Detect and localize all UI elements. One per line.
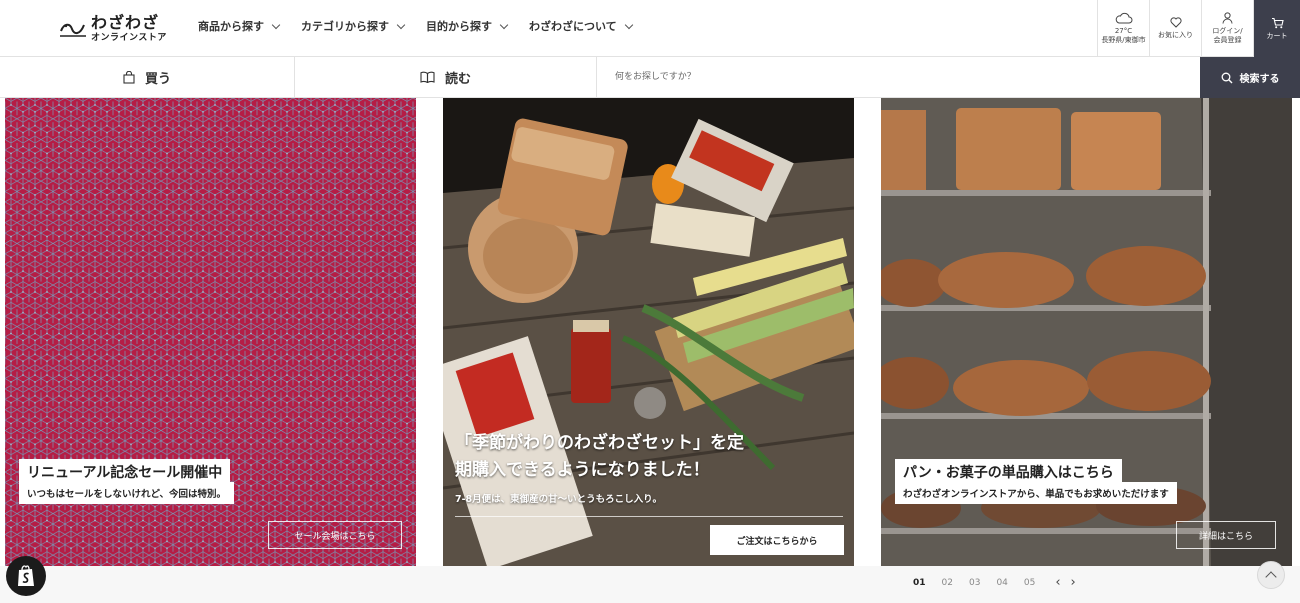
sub-navigation-bar: 買う 読む 検索する xyxy=(0,57,1300,98)
nav-item-label: 商品から探す xyxy=(198,20,264,33)
login-label-line1: ログイン/ xyxy=(1212,27,1243,36)
cart-icon xyxy=(1271,17,1284,28)
search-icon xyxy=(1221,72,1232,83)
login-button[interactable]: ログイン/ 会員登録 xyxy=(1201,0,1253,57)
shopify-bag-icon xyxy=(18,565,34,586)
page-dot-04[interactable]: 04 xyxy=(996,578,1007,588)
chevron-down-icon xyxy=(624,20,633,29)
nav-item-products[interactable]: 商品から探す xyxy=(198,18,281,34)
tab-read-label: 読む xyxy=(444,71,471,87)
search-button[interactable]: 検索する xyxy=(1200,57,1300,98)
nav-item-label: カテゴリから探す xyxy=(301,20,389,33)
hero-slide-seasonal-set[interactable]: 「季節がわりのわざわざセット」を定 期購入できるようになりました！ 7-8月便は… xyxy=(443,98,854,566)
bread-detail-button[interactable]: 詳細はこちら xyxy=(1176,521,1276,549)
nav-item-label: 目的から探す xyxy=(426,20,492,33)
search-button-label: 検索する xyxy=(1239,74,1280,85)
page-dot-05[interactable]: 05 xyxy=(1024,578,1035,588)
slide-title-line1: 「季節がわりのわざわざセット」を定 xyxy=(455,433,744,453)
chevron-up-icon xyxy=(1265,571,1277,583)
heart-icon xyxy=(1169,17,1182,28)
slide-subtitle: 7-8月便は、東御産の甘〜いとうもろこし入り。 xyxy=(455,494,662,505)
chevron-down-icon xyxy=(499,20,509,29)
slider-pagination: 01 02 03 04 05 ‹ › xyxy=(913,575,1082,590)
chevron-down-icon xyxy=(396,20,406,29)
logo-subtitle: オンラインストア xyxy=(91,33,167,43)
chevron-down-icon xyxy=(271,20,281,29)
page-dot-01[interactable]: 01 xyxy=(913,578,926,588)
seasonal-order-button[interactable]: ご注文はこちらから xyxy=(710,525,844,555)
tab-read[interactable]: 読む xyxy=(295,57,597,97)
page-dot-02[interactable]: 02 xyxy=(942,578,953,588)
login-label-line2: 会員登録 xyxy=(1213,36,1242,44)
favorites-label: お気に入り xyxy=(1158,31,1193,40)
user-icon xyxy=(1222,12,1233,24)
cart-button[interactable]: カート xyxy=(1253,0,1300,57)
page-dot-03[interactable]: 03 xyxy=(969,578,980,588)
nav-item-about[interactable]: わざわざについて xyxy=(529,18,633,34)
slide-subtitle: わざわざオンラインストアから、単品でもお求めいただけます xyxy=(895,482,1177,504)
weather-widget: 27°C 長野県/東御市 xyxy=(1097,0,1149,57)
back-to-top-button[interactable] xyxy=(1257,561,1285,589)
hero-slide-bread[interactable]: パン・お菓子の単品購入はこちら わざわざオンラインストアから、単品でもお求めいた… xyxy=(881,98,1292,566)
sale-cta-button[interactable]: セール会場はこちら xyxy=(268,521,402,549)
shopify-badge[interactable] xyxy=(6,556,46,596)
slide-subtitle: いつもはセールをしないけれど、今回は特別。 xyxy=(19,482,235,504)
shopping-bag-icon xyxy=(123,70,135,84)
main-nav: 商品から探す カテゴリから探す 目的から探す わざわざについて xyxy=(198,18,654,34)
site-header: わざわざ オンラインストア 商品から探す カテゴリから探す 目的から探す わざわ… xyxy=(0,0,1300,57)
slider-footer xyxy=(0,566,1300,603)
cart-label: カート xyxy=(1266,31,1288,40)
book-icon xyxy=(420,71,435,83)
weather-temp: 27°C xyxy=(1114,27,1133,36)
weather-location: 長野県/東御市 xyxy=(1101,36,1146,44)
cloud-icon xyxy=(1115,13,1132,24)
prev-arrow-icon[interactable]: ‹ xyxy=(1055,575,1060,590)
next-arrow-icon[interactable]: › xyxy=(1071,575,1076,590)
site-logo[interactable]: わざわざ オンラインストア xyxy=(58,12,173,46)
hero-slide-sale[interactable]: リニューアル記念セール開催中 いつもはセールをしないけれど、今回は特別。 セール… xyxy=(5,98,416,566)
nav-item-label: わざわざについて xyxy=(529,20,617,33)
divider xyxy=(455,516,843,517)
tab-buy-label: 買う xyxy=(144,71,171,87)
logo-mark-icon xyxy=(60,23,86,37)
logo-title: わざわざ xyxy=(91,13,160,32)
tab-buy[interactable]: 買う xyxy=(0,57,295,97)
header-actions: 27°C 長野県/東御市 お気に入り ログイン/ 会員登録 カート xyxy=(1097,0,1300,57)
search-input[interactable] xyxy=(597,57,1200,97)
slide-title-line2: 期購入できるようになりました！ xyxy=(455,460,710,480)
favorites-button[interactable]: お気に入り xyxy=(1149,0,1201,57)
nav-item-categories[interactable]: カテゴリから探す xyxy=(301,18,406,34)
nav-item-purpose[interactable]: 目的から探す xyxy=(426,18,509,34)
